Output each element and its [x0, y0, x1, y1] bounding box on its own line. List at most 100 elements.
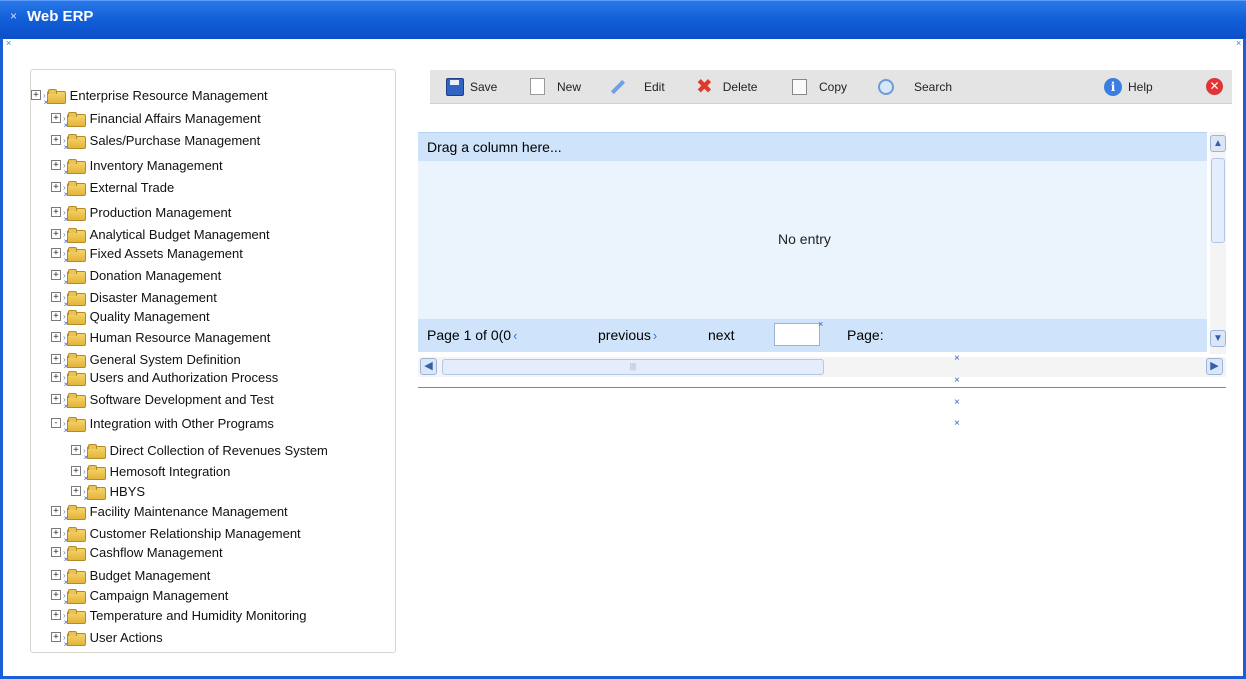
tree-item[interactable]: + › × Temperature and Humidity Monitoring	[51, 606, 306, 627]
folder-icon: ×	[64, 608, 86, 627]
tree-item[interactable]: + › × Users and Authorization Process	[51, 368, 278, 389]
tree-item[interactable]: + › × Production Management	[51, 203, 232, 224]
expand-icon[interactable]: +	[51, 311, 61, 321]
tree-item[interactable]: + › × Human Resource Management	[51, 328, 270, 349]
empty-message: No entry	[778, 231, 831, 247]
tree-item[interactable]: - › × Integration with Other Programs	[51, 414, 274, 435]
expand-icon[interactable]: +	[71, 486, 81, 496]
tree-item[interactable]: + › × General System Definition	[51, 350, 241, 371]
tree-item[interactable]: + › × Quality Management	[51, 307, 210, 328]
save-button[interactable]: Save	[446, 70, 497, 103]
delete-button[interactable]: ✖ Delete	[696, 70, 757, 103]
expand-icon[interactable]: +	[51, 135, 61, 145]
expand-icon[interactable]: +	[51, 229, 61, 239]
collapse-icon[interactable]: -	[51, 418, 61, 428]
tree-item-label: Inventory Management	[89, 157, 223, 173]
horizontal-scrollbar[interactable]: ◀ ||| ▶	[418, 357, 1226, 377]
delete-label: Delete	[722, 79, 758, 94]
expand-icon[interactable]: +	[51, 547, 61, 557]
expand-icon[interactable]: +	[51, 610, 61, 620]
tree-item-label: General System Definition	[89, 351, 241, 367]
tree-child-item[interactable]: + › × Direct Collection of Revenues System	[71, 441, 328, 462]
folder-icon: ×	[64, 526, 86, 545]
tree-root[interactable]: + › × Enterprise Resource Management	[31, 86, 268, 107]
tree-item[interactable]: + › × Customer Relationship Management	[51, 524, 301, 545]
expand-icon[interactable]: +	[51, 570, 61, 580]
delete-icon: ✖	[696, 75, 713, 98]
marker-icon: ×	[818, 319, 824, 329]
search-button[interactable]: Search	[878, 70, 952, 103]
tree-item[interactable]: + › × User Actions	[51, 628, 163, 649]
tree-item[interactable]: + › × Disaster Management	[51, 288, 217, 309]
scroll-right-button[interactable]: ▶	[1206, 358, 1223, 375]
window-menu-icon[interactable]: ×	[10, 9, 17, 23]
tree-item[interactable]: + › × Campaign Management	[51, 586, 228, 607]
tree-item[interactable]: + › × Analytical Budget Management	[51, 225, 270, 246]
tree-item[interactable]: + › × Fixed Assets Management	[51, 244, 243, 265]
tree-item[interactable]: + › × Inventory Management	[51, 156, 223, 177]
tree-item-label: Production Management	[89, 204, 232, 220]
scroll-up-button[interactable]: ▲	[1210, 135, 1226, 152]
previous-button[interactable]: previous ›	[598, 327, 657, 343]
tree-item[interactable]: + › × Sales/Purchase Management	[51, 131, 261, 152]
expand-icon[interactable]: +	[51, 528, 61, 538]
scroll-down-button[interactable]: ▼	[1210, 330, 1226, 347]
help-label: Help	[1128, 79, 1153, 94]
folder-icon: ×	[64, 330, 86, 349]
tree-item[interactable]: + › × External Trade	[51, 178, 174, 199]
expand-icon[interactable]: +	[71, 445, 81, 455]
tree-item[interactable]: + › × Cashflow Management	[51, 543, 223, 564]
expand-icon[interactable]: +	[51, 113, 61, 123]
new-label: New	[557, 79, 582, 94]
folder-icon: ×	[64, 205, 86, 224]
folder-icon: ×	[64, 588, 86, 607]
copy-label: Copy	[819, 79, 848, 94]
help-button[interactable]: i Help	[1104, 70, 1153, 103]
expand-icon[interactable]: +	[51, 632, 61, 642]
tree-item[interactable]: + › × Budget Management	[51, 566, 210, 587]
folder-icon: ×	[64, 630, 86, 649]
vertical-scroll-thumb[interactable]	[1211, 158, 1225, 243]
group-by-drop-zone[interactable]: Drag a column here...	[418, 132, 1207, 161]
expand-icon[interactable]: +	[31, 90, 41, 100]
expand-icon[interactable]: +	[51, 292, 61, 302]
tree-item-label: Customer Relationship Management	[89, 525, 301, 541]
expand-icon[interactable]: +	[51, 372, 61, 382]
close-icon[interactable]: ✕	[1206, 78, 1223, 95]
tree-item-label: Integration with Other Programs	[89, 415, 274, 431]
tree-item-label: Sales/Purchase Management	[89, 132, 261, 148]
tree-item[interactable]: + › × Donation Management	[51, 266, 221, 287]
expand-icon[interactable]: +	[51, 394, 61, 404]
tree-child-item[interactable]: + › × Hemosoft Integration	[71, 462, 230, 483]
tree-item[interactable]: + › × Software Development and Test	[51, 390, 274, 411]
expand-icon[interactable]: +	[51, 506, 61, 516]
tree-item[interactable]: + › × Facility Maintenance Management	[51, 502, 288, 523]
expand-icon[interactable]: +	[51, 270, 61, 280]
scroll-left-button[interactable]: ◀	[420, 358, 437, 375]
page-number-input[interactable]	[774, 323, 820, 346]
expand-icon[interactable]: +	[51, 160, 61, 170]
expand-icon[interactable]: +	[51, 354, 61, 364]
expand-icon[interactable]: +	[51, 182, 61, 192]
expand-icon[interactable]: +	[71, 466, 81, 476]
copy-button[interactable]: Copy	[792, 70, 847, 103]
first-page-icon[interactable]: ‹	[513, 328, 517, 343]
horizontal-scroll-thumb[interactable]: |||	[442, 359, 824, 375]
marker-icon: ×	[954, 375, 960, 386]
folder-icon: ×	[64, 268, 86, 287]
expand-icon[interactable]: +	[51, 590, 61, 600]
toolbar: Save New Edit ✖ Delete Copy Search i Hel…	[430, 70, 1232, 104]
edit-button[interactable]: Edit	[610, 70, 665, 103]
vertical-scrollbar[interactable]: ▲ ▼	[1210, 132, 1226, 354]
tree-item[interactable]: + › × Financial Affairs Management	[51, 109, 261, 130]
folder-icon: ×	[64, 180, 86, 199]
data-grid: Drag a column here... No entry Page 1 of…	[418, 132, 1226, 354]
expand-icon[interactable]: +	[51, 332, 61, 342]
expand-icon[interactable]: +	[51, 207, 61, 217]
folder-icon: ×	[64, 504, 86, 523]
save-label: Save	[470, 79, 498, 94]
next-button[interactable]: next	[708, 327, 734, 343]
tree-child-item[interactable]: + › × HBYS	[71, 482, 145, 503]
expand-icon[interactable]: +	[51, 248, 61, 258]
new-button[interactable]: New	[530, 70, 581, 103]
